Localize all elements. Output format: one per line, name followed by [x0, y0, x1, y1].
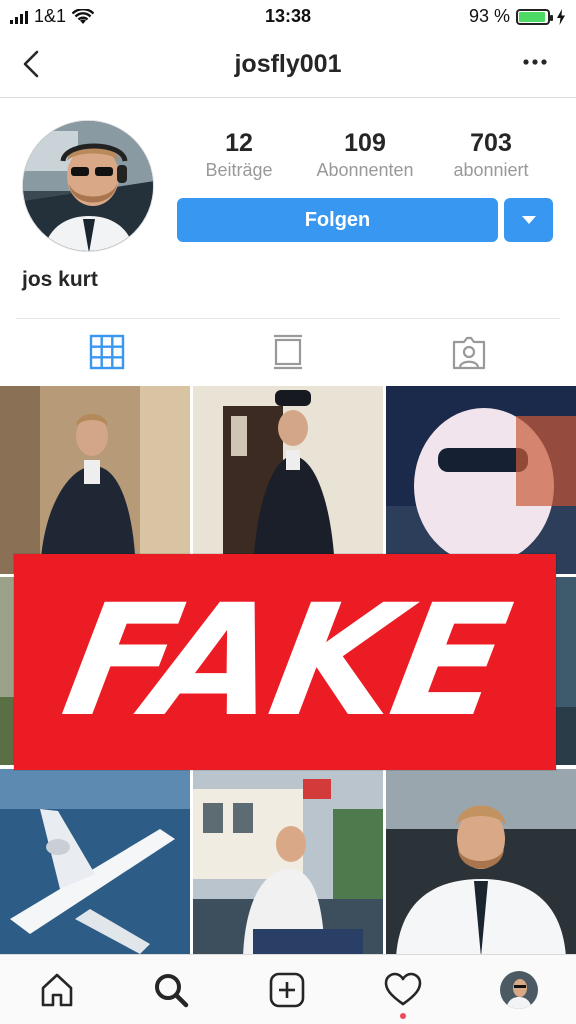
- fake-warning-banner: FAKE: [14, 554, 556, 770]
- post-thumbnail[interactable]: [0, 769, 190, 957]
- profile-username: josfly001: [234, 50, 342, 78]
- tab-feed[interactable]: [197, 319, 378, 384]
- fake-warning-text: FAKE: [52, 572, 518, 751]
- grid-icon: [89, 334, 124, 369]
- post-thumbnail[interactable]: [193, 386, 383, 574]
- notification-dot: [400, 1013, 406, 1019]
- tagged-photos-icon: [452, 336, 485, 369]
- profile-stats: 12 Beiträge 109 Abonnenten 703 abonniert: [176, 128, 556, 181]
- profile-tabs: [16, 318, 560, 384]
- tab-grid[interactable]: [16, 319, 197, 384]
- stat-posts[interactable]: 12 Beiträge: [176, 128, 302, 181]
- profile-avatar-icon[interactable]: [500, 971, 538, 1009]
- post-thumbnail[interactable]: [386, 386, 576, 574]
- tab-tagged[interactable]: [378, 319, 559, 384]
- stat-followers[interactable]: 109 Abonnenten: [302, 128, 428, 181]
- battery-icon: [516, 8, 553, 25]
- add-post-icon[interactable]: [268, 971, 306, 1009]
- home-icon[interactable]: [38, 971, 76, 1009]
- status-bar: 1&1 13:38 93 %: [0, 0, 576, 34]
- heart-icon[interactable]: [384, 971, 422, 1009]
- more-horizontal-icon[interactable]: [520, 52, 550, 72]
- profile-header-bar: josfly001: [0, 34, 576, 98]
- bottom-navigation: [0, 954, 576, 1024]
- post-thumbnail[interactable]: [386, 769, 576, 957]
- suggestions-dropdown-button[interactable]: [504, 198, 553, 242]
- battery-percent: 93 %: [468, 6, 510, 26]
- stat-followers-label: Abonnenten: [316, 160, 414, 180]
- stat-following[interactable]: 703 abonniert: [428, 128, 554, 181]
- caret-down-icon: [521, 216, 536, 224]
- search-icon[interactable]: [152, 971, 190, 1009]
- profile-display-name: jos kurt: [22, 268, 98, 291]
- stat-following-value: 703: [470, 129, 512, 157]
- feed-list-icon: [273, 334, 302, 369]
- post-thumbnail[interactable]: [0, 386, 190, 574]
- profile-avatar[interactable]: [22, 120, 154, 252]
- charging-bolt-icon: [557, 8, 565, 25]
- post-thumbnail[interactable]: [193, 769, 383, 957]
- follow-button[interactable]: Folgen: [177, 198, 498, 242]
- stat-following-label: abonniert: [453, 160, 529, 180]
- stat-followers-value: 109: [344, 129, 386, 157]
- stat-posts-label: Beiträge: [205, 160, 273, 180]
- stat-posts-value: 12: [225, 129, 253, 157]
- status-right: 93 %: [469, 6, 566, 27]
